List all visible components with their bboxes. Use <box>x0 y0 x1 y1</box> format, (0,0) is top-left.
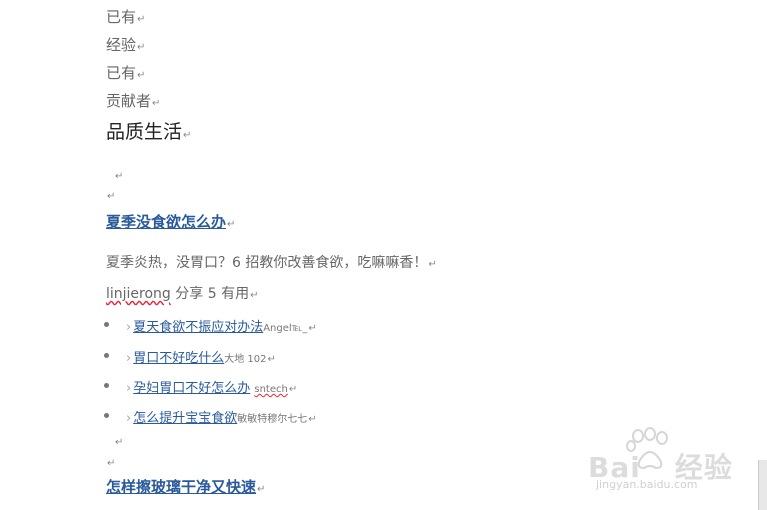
author-name[interactable]: linjierong <box>106 286 171 302</box>
text-line: 经验↵ <box>106 36 146 54</box>
text-line: 贡献者↵ <box>106 92 161 110</box>
article-title[interactable]: 夏季没食欲怎么办↵ <box>106 214 235 230</box>
list-bullet <box>104 322 109 327</box>
article-description: 夏季炎热，没胃口？6 招教你改善食欲，吃嘛嘛香！↵ <box>106 255 437 271</box>
list-bullet <box>104 413 109 418</box>
text-line: 已有↵ <box>106 64 146 82</box>
section-title: 品质生活↵ <box>106 121 192 143</box>
list-item[interactable]: › 孕妇胃口不好怎么办 sntech↵ <box>126 377 297 396</box>
list-item[interactable]: › 胃口不好吃什么大地 102↵ <box>126 347 276 366</box>
text-line: 已有↵ <box>106 8 146 26</box>
article-title[interactable]: 怎样擦玻璃干净又快速↵ <box>106 479 265 495</box>
paragraph-mark: ↵ <box>115 437 124 448</box>
scrollbar[interactable] <box>758 460 767 510</box>
list-bullet <box>104 353 109 358</box>
paragraph-mark: ↵ <box>115 171 124 182</box>
list-item[interactable]: › 怎么提升宝宝食欲敏敏特穆尔七七↵ <box>126 407 317 426</box>
article-meta: linjierong 分享 5 有用↵ <box>106 286 259 302</box>
paragraph-mark: ↵ <box>107 191 116 202</box>
list-bullet <box>104 383 109 388</box>
list-item[interactable]: › 夏天食欲不振应对办法Angel℡_↵ <box>126 316 317 335</box>
baidu-jingyan-watermark: Bai 经验 jingyan.baidu.com <box>586 426 736 492</box>
paragraph-mark: ↵ <box>107 458 116 469</box>
